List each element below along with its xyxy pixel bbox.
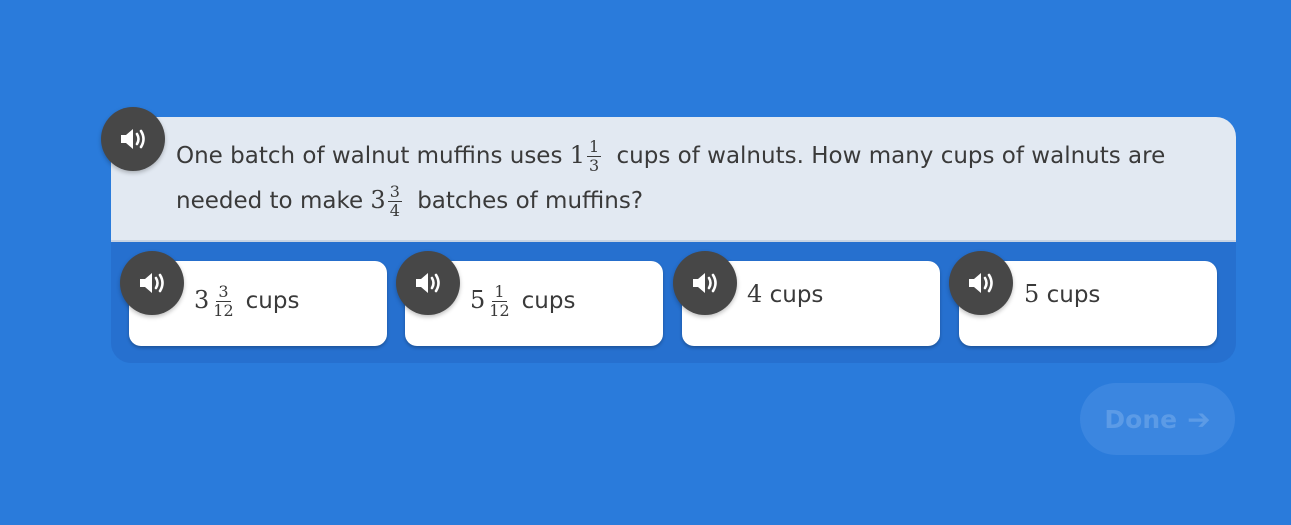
answer-number: 5 [1024,280,1040,308]
speaker-icon [140,273,164,293]
fraction-denominator: 12 [213,301,234,320]
answer-unit: cups [521,288,576,314]
fraction-denominator: 12 [489,301,510,320]
mixed-number-whole: 3 [370,186,386,214]
question-card: One batch of walnut muffins uses 113 cup… [101,107,1236,363]
done-button-label: Done [1104,404,1178,434]
mixed-number-whole: 1 [569,141,586,169]
answer-label: 3 3 12 cups [194,283,299,320]
answer-4-speaker-button[interactable] [949,251,1013,315]
answer-label: 5 1 12 cups [470,283,575,320]
mixed-number-whole: 5 [470,286,486,314]
question-panel: One batch of walnut muffins uses 113 cup… [101,107,1236,242]
fraction: 3 12 [211,283,235,320]
fraction-numerator: 3 [387,182,402,202]
speaker-icon [969,273,993,293]
answer-unit: cups [1046,282,1101,308]
answer-unit: cups [245,288,300,314]
answer-1-speaker-button[interactable] [120,251,184,315]
fraction-denominator: 4 [389,201,400,220]
done-button[interactable]: Done ➔ [1080,383,1235,455]
question-speaker-button[interactable] [101,107,165,171]
question-text-part3: batches of muffins? [417,188,644,214]
fraction-numerator: 3 [216,282,231,302]
fraction-denominator: 3 [589,156,600,175]
fraction-numerator: 1 [587,137,602,157]
answer-label: 5 cups [1024,277,1100,312]
fraction: 34 [387,182,402,220]
answer-number: 4 [747,280,763,308]
arrow-right-icon: ➔ [1187,402,1211,436]
fraction: 1 12 [487,283,511,320]
answer-2-speaker-button[interactable] [396,251,460,315]
question-text-part1: One batch of walnut muffins uses [176,143,563,169]
speaker-icon [121,129,145,149]
fraction: 13 [587,137,602,175]
speaker-icon [416,273,440,293]
question-text: One batch of walnut muffins uses 113 cup… [176,133,1206,223]
fraction-numerator: 1 [492,282,507,302]
mixed-number-whole: 3 [194,286,210,314]
answer-3-speaker-button[interactable] [673,251,737,315]
answer-label: 4 cups [747,277,823,312]
speaker-icon [693,273,717,293]
answer-unit: cups [769,282,824,308]
